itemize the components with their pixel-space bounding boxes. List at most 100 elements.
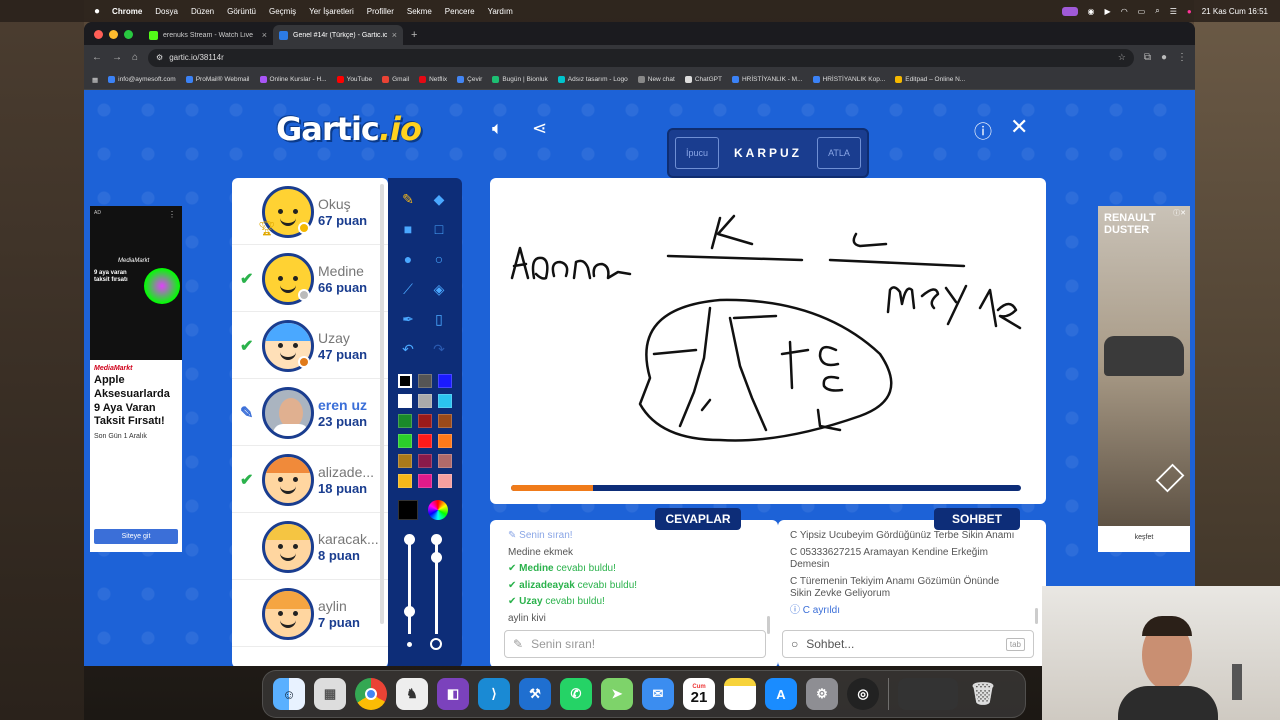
- ad-menu-icon[interactable]: ⋮: [168, 210, 176, 219]
- color-swatch[interactable]: [418, 414, 432, 428]
- zoom-window-button[interactable]: [124, 30, 133, 39]
- brush-size-knob[interactable]: [404, 534, 415, 545]
- ad-cta-button[interactable]: Siteye git: [94, 529, 178, 544]
- new-tab-button[interactable]: +: [411, 29, 417, 41]
- apple-icon[interactable]: ●: [94, 6, 100, 17]
- bookmark-star-icon[interactable]: ☆: [1118, 52, 1126, 63]
- finder-icon[interactable]: ☺: [273, 678, 305, 710]
- bookmark-item[interactable]: HRİSTİYANLIK - M...: [731, 76, 803, 83]
- info-icon[interactable]: ⓘ: [974, 118, 992, 144]
- bookmark-item[interactable]: Çevir: [457, 76, 482, 83]
- browser-tab-kick[interactable]: erenuks Stream - Watch Live ×: [143, 25, 273, 45]
- menu-bookmarks[interactable]: Yer İşaretleri: [309, 7, 354, 16]
- share-icon[interactable]: ⋖: [532, 118, 547, 139]
- mail-icon[interactable]: ✉: [642, 678, 674, 710]
- url-text[interactable]: gartic.io/38114r: [169, 53, 224, 62]
- bookmark-item[interactable]: New chat: [637, 76, 675, 83]
- menu-window[interactable]: Pencere: [445, 7, 475, 16]
- bookmark-item[interactable]: Adsız tasarım - Logo: [557, 76, 628, 83]
- control-center-icon[interactable]: ☰: [1170, 7, 1177, 16]
- drawing-canvas[interactable]: [490, 178, 1046, 504]
- whatsapp-icon[interactable]: ✆: [560, 678, 592, 710]
- color-swatch[interactable]: [418, 374, 432, 388]
- player-list-scrollbar[interactable]: [380, 184, 384, 624]
- close-tab-icon[interactable]: ×: [262, 30, 267, 40]
- chat-scrollbar[interactable]: [1035, 608, 1038, 624]
- vscode-icon[interactable]: ⟩: [478, 678, 510, 710]
- bookmark-item[interactable]: Online Kurslar - H...: [259, 76, 327, 83]
- color-swatch[interactable]: [418, 394, 432, 408]
- ad-cta-button[interactable]: keşfet: [1098, 526, 1190, 541]
- eraser-tool-icon[interactable]: ◆: [428, 188, 450, 210]
- color-swatch[interactable]: [398, 434, 412, 448]
- system-settings-icon[interactable]: ⚙: [806, 678, 838, 710]
- bookmark-item[interactable]: ProMail® Webmail: [185, 76, 250, 83]
- player-row[interactable]: aylin 7 puan: [232, 580, 388, 647]
- sound-icon[interactable]: 🔈︎: [492, 118, 503, 139]
- bookmark-item[interactable]: HRİSTİYANLIK Kop...: [812, 76, 885, 83]
- more-menu-icon[interactable]: ⋮: [1177, 52, 1187, 63]
- answers-tab[interactable]: CEVAPLAR: [655, 508, 741, 530]
- close-tab-icon[interactable]: ×: [392, 30, 397, 40]
- profile-avatar[interactable]: ●: [1161, 52, 1167, 63]
- bookmark-item[interactable]: info@aymesoft.com: [108, 76, 176, 83]
- color-swatch[interactable]: [438, 454, 452, 468]
- rect-tool-icon[interactable]: □: [428, 218, 450, 240]
- menu-history[interactable]: Geçmiş: [269, 7, 296, 16]
- siri-icon[interactable]: ●: [1187, 7, 1192, 16]
- battery-icon[interactable]: ▭: [1138, 7, 1146, 16]
- bookmark-item[interactable]: Editpad – Online N...: [895, 76, 965, 83]
- bookmark-item[interactable]: Netflix: [419, 76, 447, 83]
- color-swatch[interactable]: [398, 414, 412, 428]
- forward-icon[interactable]: →: [112, 52, 122, 63]
- color-swatch[interactable]: [398, 394, 412, 408]
- menu-edit[interactable]: Düzen: [191, 7, 214, 16]
- answer-input[interactable]: ✎ Senin sıran!: [504, 630, 766, 658]
- chat-tab[interactable]: SOHBET: [934, 508, 1020, 530]
- browser-tab-gartic[interactable]: Genel #14r (Türkçe) - Gartic.io ×: [273, 25, 403, 45]
- bookmark-item[interactable]: ChatGPT: [684, 76, 722, 83]
- minimize-window-button[interactable]: [109, 30, 118, 39]
- color-swatch[interactable]: [438, 474, 452, 488]
- chat-input[interactable]: ○ Sohbet... tab: [782, 630, 1034, 658]
- recent-window-icon[interactable]: [898, 678, 958, 710]
- color-swatch[interactable]: [438, 374, 452, 388]
- circle-tool-icon[interactable]: ○: [428, 248, 450, 270]
- calendar-icon[interactable]: Cum 21: [683, 678, 715, 710]
- ad-left-mediamarkt[interactable]: AD ⋮ MediaMarkt 9 aya varan taksit fırsa…: [90, 206, 182, 552]
- brush-size-knob[interactable]: [404, 606, 415, 617]
- color-swatch[interactable]: [438, 434, 452, 448]
- ad-right-renault[interactable]: RENAULT DUSTER ⓘ✕ keşfet: [1098, 206, 1190, 552]
- address-bar[interactable]: ⚙ gartic.io/38114r ☆: [148, 48, 1134, 67]
- bookmark-item[interactable]: Gmail: [382, 76, 409, 83]
- color-swatch[interactable]: [438, 414, 452, 428]
- answers-scrollbar[interactable]: [767, 616, 770, 634]
- menu-file[interactable]: Dosya: [155, 7, 178, 16]
- search-icon[interactable]: ⌕: [1155, 6, 1159, 16]
- home-icon[interactable]: ⌂: [132, 52, 138, 63]
- player-row-current-drawer[interactable]: ✎ eren uz 23 puan: [232, 379, 388, 446]
- obs-icon[interactable]: ◎: [847, 678, 879, 710]
- menu-profiles[interactable]: Profiller: [367, 7, 394, 16]
- close-window-button[interactable]: [94, 30, 103, 39]
- skip-button[interactable]: ATLA: [817, 137, 861, 169]
- color-swatch[interactable]: [398, 474, 412, 488]
- menu-app-name[interactable]: Chrome: [112, 7, 142, 16]
- hint-button[interactable]: İpucu: [675, 137, 719, 169]
- play-icon[interactable]: ▶: [1105, 7, 1111, 16]
- color-swatch[interactable]: [418, 454, 432, 468]
- color-swatch[interactable]: [398, 454, 412, 468]
- screen-share-icon[interactable]: [1061, 6, 1078, 16]
- brush-size-slider[interactable]: [408, 544, 411, 634]
- redo-icon[interactable]: ↷: [428, 338, 450, 360]
- color-swatch[interactable]: [418, 474, 432, 488]
- trash-icon[interactable]: 🗑︎: [967, 678, 999, 710]
- filled-rect-tool-icon[interactable]: ■: [397, 218, 419, 240]
- eyedropper-icon[interactable]: ✒: [397, 308, 419, 330]
- line-tool-icon[interactable]: ⟋: [397, 278, 419, 300]
- extensions-icon[interactable]: ⧉: [1144, 52, 1151, 63]
- menu-view[interactable]: Görüntü: [227, 7, 256, 16]
- chrome-icon[interactable]: [355, 678, 387, 710]
- color-wheel-icon[interactable]: [428, 500, 448, 520]
- opacity-knob[interactable]: [431, 552, 442, 563]
